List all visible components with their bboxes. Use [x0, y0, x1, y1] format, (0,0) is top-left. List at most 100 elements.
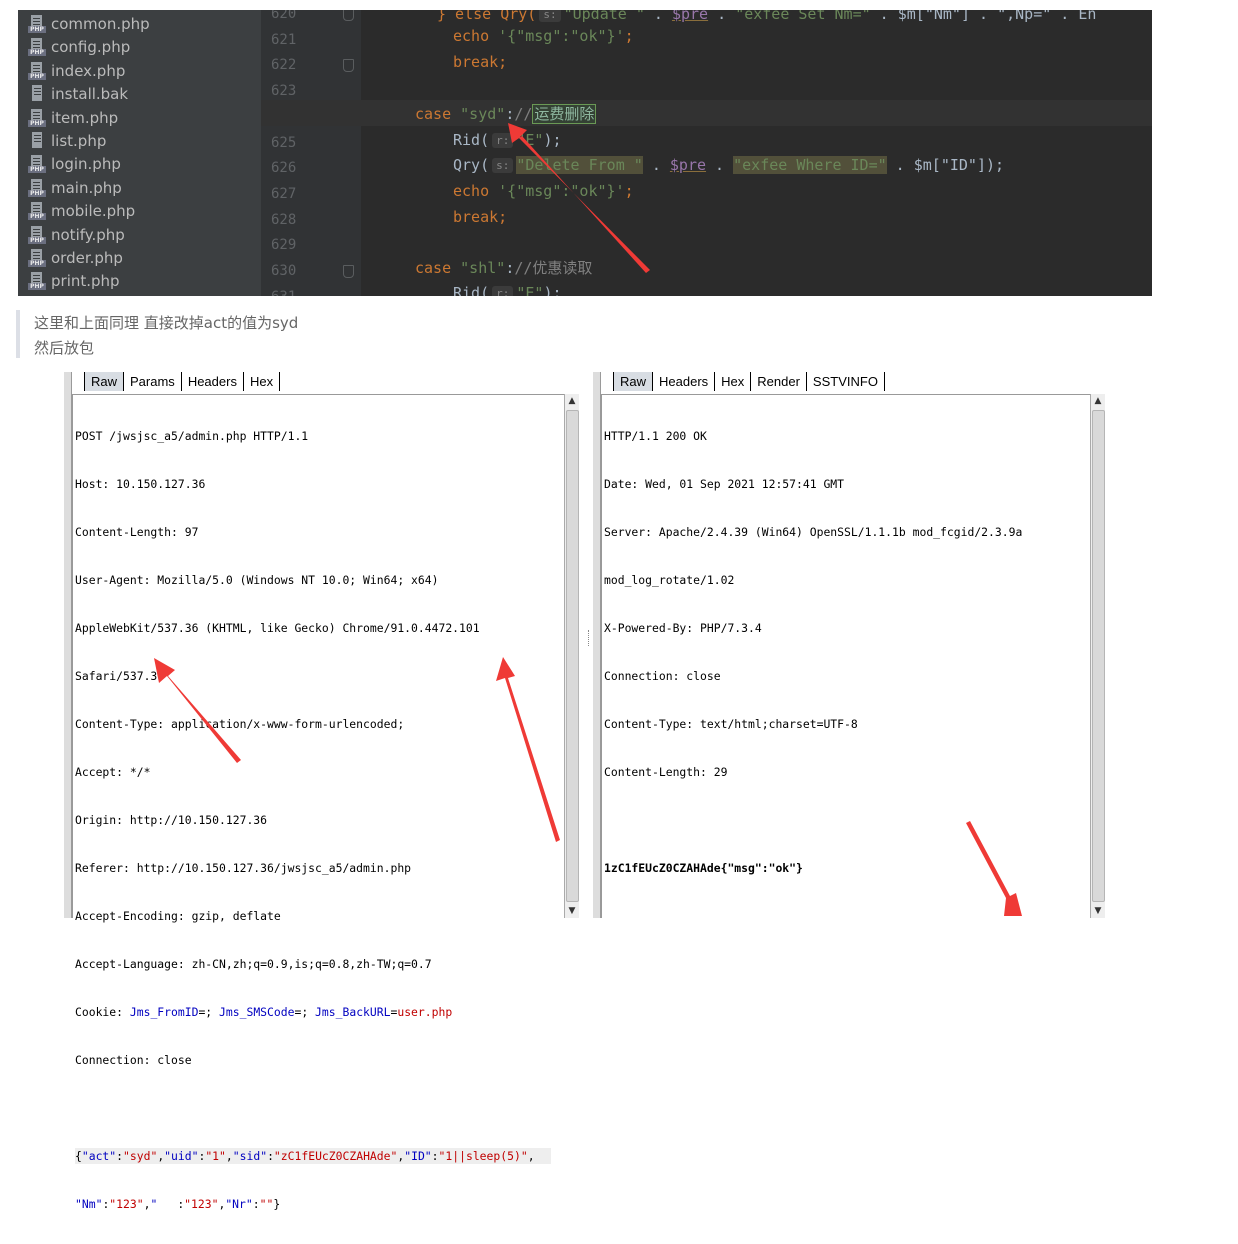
file-name: notify.php [51, 225, 125, 244]
tab-sstvinfo[interactable]: SSTVINFO [806, 372, 885, 391]
php-file-icon: PHP [28, 249, 46, 267]
php-file-icon: PHP [28, 202, 46, 221]
file-tree-item[interactable]: PHP item.php [28, 107, 118, 129]
code-line-621: echo '{"msg":"ok"}'; [453, 27, 634, 45]
response-scrollbar[interactable]: ▲ ▼ [1090, 394, 1105, 918]
php-file-icon: PHP [28, 155, 46, 174]
response-tab-bar: Raw Headers Hex Render SSTVINFO [613, 372, 885, 391]
panel-border [64, 372, 72, 918]
tab-raw[interactable]: Raw [613, 372, 654, 391]
response-line: HTTP/1.1 200 OK [604, 429, 707, 443]
file-name: list.php [51, 132, 107, 150]
request-line: Accept-Language: zh-CN,zh;q=0.9,is;q=0.8… [75, 957, 432, 971]
scroll-up-arrow-icon[interactable]: ▲ [565, 394, 579, 408]
file-tree-item[interactable]: PHP index.php [28, 60, 125, 82]
file-tree-item[interactable]: PHP install.bak [28, 83, 128, 105]
tab-raw[interactable]: Raw [84, 372, 125, 391]
response-editor[interactable]: HTTP/1.1 200 OK Date: Wed, 01 Sep 2021 1… [601, 394, 1093, 918]
request-line: POST /jwsjsc_a5/admin.php HTTP/1.1 [75, 429, 309, 443]
code-line-624: case "syd"://运费删除 [415, 104, 597, 124]
php-file-icon: PHP [28, 108, 46, 127]
fold-marker-icon[interactable] [343, 59, 354, 73]
note-line-1: 这里和上面同理 直接改掉act的值为syd [34, 314, 299, 332]
tab-hex[interactable]: Hex [715, 372, 752, 391]
line-number: 628 [271, 211, 297, 228]
cookie-line: Cookie: Jms_FromID=; Jms_SMSCode=; Jms_B… [75, 1005, 453, 1019]
file-name: order.php [51, 249, 123, 267]
response-line: Server: Apache/2.4.39 (Win64) OpenSSL/1.… [604, 525, 1023, 539]
response-line: mod_log_rotate/1.02 [604, 573, 735, 587]
tab-headers[interactable]: Headers [181, 372, 244, 391]
tab-render[interactable]: Render [751, 372, 807, 391]
note-line-2: 然后放包 [34, 339, 95, 357]
request-line: Accept: */* [75, 765, 151, 779]
file-tree-item[interactable]: PHP mobile.php [28, 200, 135, 222]
file-name: mobile.php [51, 202, 136, 221]
line-number: 621 [271, 31, 297, 48]
php-file-icon: PHP [28, 225, 46, 244]
line-number: 620 [271, 10, 297, 22]
line-number: 626 [271, 160, 297, 177]
file-name: print.php [51, 272, 120, 291]
file-name: login.php [51, 155, 121, 174]
file-name: index.php [51, 61, 126, 80]
request-scrollbar[interactable]: ▲ ▼ [564, 394, 579, 918]
file-tree-item[interactable]: PHP notify.php [28, 224, 125, 246]
scroll-up-arrow-icon[interactable]: ▲ [1091, 394, 1105, 408]
line-number: 622 [271, 57, 297, 74]
text-file-icon: PHP [28, 132, 46, 150]
php-file-icon: PHP [28, 15, 46, 33]
line-number: 629 [271, 237, 297, 254]
request-text[interactable]: POST /jwsjsc_a5/admin.php HTTP/1.1 Host:… [75, 396, 551, 1211]
file-tree-item[interactable]: PHP print.php [28, 270, 120, 292]
file-tree-item[interactable]: PHP config.php [28, 36, 130, 58]
scroll-thumb[interactable] [566, 410, 579, 902]
blockquote-note: 这里和上面同理 直接改掉act的值为syd 然后放包 [16, 310, 540, 358]
php-file-icon: PHP [28, 38, 46, 57]
tab-headers[interactable]: Headers [653, 372, 716, 391]
request-line: Accept-Encoding: gzip, deflate [75, 909, 281, 923]
file-name: main.php [51, 178, 122, 197]
code-editor: } else Qry(s: "Update " . $pre . "exfee S… [361, 10, 1152, 296]
request-line: AppleWebKit/537.36 (KHTML, like Gecko) C… [75, 621, 480, 635]
code-line-631: Rid(r: "E"); [453, 284, 562, 296]
file-tree-item[interactable]: PHP order.php [28, 247, 123, 269]
php-file-icon: PHP [28, 178, 46, 197]
tab-params[interactable]: Params [124, 372, 182, 391]
response-body: 1zC1fEUcZ0CZAHAde{"msg":"ok"} [604, 861, 803, 875]
panel-border [593, 372, 601, 918]
response-text[interactable]: HTTP/1.1 200 OK Date: Wed, 01 Sep 2021 1… [604, 396, 1079, 918]
file-tree-item[interactable]: PHP common.php [28, 13, 150, 35]
request-body-line-2: "Nm":"123",":"123","Nr":""} [75, 1197, 281, 1211]
php-file-icon: PHP [28, 272, 46, 291]
scroll-thumb[interactable] [1092, 410, 1105, 902]
fold-marker-icon[interactable] [343, 10, 354, 21]
request-line: Content-Type: application/x-www-form-url… [75, 717, 405, 731]
code-line-622: break; [453, 53, 508, 71]
request-line: Origin: http://10.150.127.36 [75, 813, 268, 827]
request-editor[interactable]: POST /jwsjsc_a5/admin.php HTTP/1.1 Host:… [72, 394, 565, 1211]
file-tree-item[interactable]: PHP list.php [28, 130, 106, 152]
file-tree-item[interactable]: PHP main.php [28, 177, 122, 199]
ide-screenshot: PHPcommon.phpPHPconfig.phpPHPindex.phpPH… [18, 10, 1152, 296]
code-line-628: break; [453, 208, 508, 226]
project-file-tree: PHPcommon.phpPHPconfig.phpPHPindex.phpPH… [18, 10, 261, 296]
request-line: Host: 10.150.127.36 [75, 477, 206, 491]
request-line: Connection: close [75, 1053, 192, 1067]
code-line-620: } else Qry(s: "Update " . $pre . "exfee S… [437, 10, 1096, 23]
tab-hex[interactable]: Hex [243, 372, 281, 391]
line-number: 631 [271, 288, 307, 296]
line-number: 623 [271, 83, 297, 100]
file-tree-item[interactable]: PHP login.php [28, 153, 121, 175]
request-line: Safari/537.36 [75, 669, 165, 683]
response-line: Connection: close [604, 669, 721, 683]
file-name: install.bak [51, 85, 129, 104]
request-line: Referer: http://10.150.127.36/jwsjsc_a5/… [75, 861, 412, 875]
code-line-630: case "shl"://优惠读取 [415, 259, 593, 277]
fold-marker-icon[interactable] [343, 265, 354, 278]
code-line-625: Rid(r: "E"); [453, 131, 562, 149]
response-line: X-Powered-By: PHP/7.3.4 [604, 621, 762, 635]
code-line-626: Qry(s: "Delete From " . $pre . "exfee Whe… [453, 156, 1005, 174]
request-line: Content-Length: 97 [75, 525, 199, 539]
